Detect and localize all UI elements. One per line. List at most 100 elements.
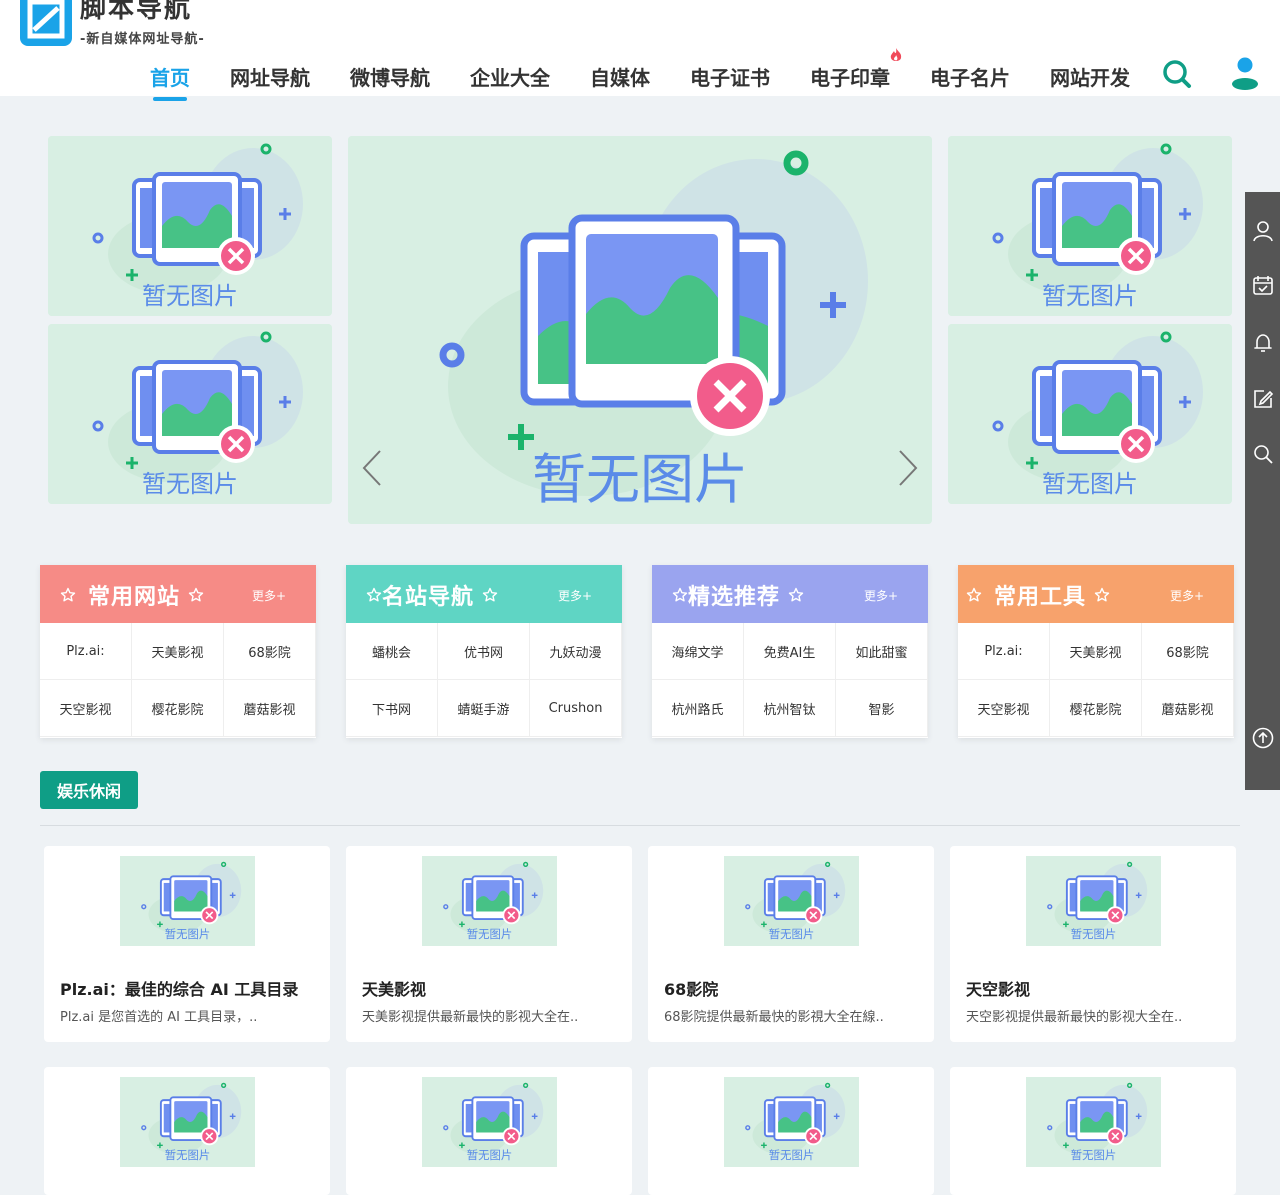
category-title: 名站导航	[382, 585, 475, 610]
site-card[interactable]	[346, 1067, 632, 1195]
bell-icon[interactable]	[1252, 332, 1274, 354]
nav-e-seal[interactable]: 电子印章	[810, 62, 890, 91]
next-arrow-icon[interactable]	[896, 448, 920, 488]
category-link[interactable]: 樱花影院	[132, 680, 224, 737]
site-card[interactable]: 天空影视 天空影视提供最新最快的影视大全在..	[950, 846, 1236, 1042]
logo-icon[interactable]	[20, 0, 72, 46]
category-link[interactable]: 68影院	[224, 623, 316, 680]
site-name[interactable]: 天美影视	[362, 976, 426, 1000]
category-link[interactable]: 智影	[836, 680, 928, 737]
search-side-icon[interactable]	[1252, 443, 1274, 465]
category-link[interactable]: 天空影视	[958, 680, 1050, 737]
category-link[interactable]: 蟠桃会	[346, 623, 438, 680]
site-thumbnail	[120, 1077, 255, 1167]
category-title: 常用网站	[88, 585, 181, 610]
site-card[interactable]	[950, 1067, 1236, 1195]
category-card-common-sites: 常用网站 更多+ Plz.ai: 天美影视 68影院 天空影视 樱花影院 蘑菇影…	[40, 565, 316, 738]
site-thumbnail	[724, 856, 859, 946]
back-to-top-icon[interactable]	[1252, 727, 1274, 749]
nav-weibo-guide[interactable]: 微博导航	[350, 62, 430, 91]
site-name[interactable]: Plz.ai：最佳的综合 AI 工具目录	[60, 976, 298, 1000]
category-link[interactable]: Plz.ai:	[958, 623, 1050, 680]
nav-url-guide[interactable]: 网址导航	[230, 62, 310, 91]
category-link[interactable]: 优书网	[438, 623, 530, 680]
star-icon	[672, 587, 688, 603]
star-icon	[366, 587, 382, 603]
thumb-bottom-left[interactable]	[48, 324, 332, 504]
category-link[interactable]: 下书网	[346, 680, 438, 737]
site-header: 脚本导航 -新自媒体网址导航- 首页 网址导航 微博导航 企业大全 自媒体 电子…	[0, 0, 1280, 96]
more-link[interactable]: 更多+	[1170, 587, 1204, 604]
category-link[interactable]: 天美影视	[1050, 623, 1142, 680]
category-link[interactable]: 海绵文学	[652, 623, 744, 680]
site-thumbnail	[120, 856, 255, 946]
category-link[interactable]: Plz.ai:	[40, 623, 132, 680]
edit-icon[interactable]	[1252, 388, 1274, 410]
star-icon	[482, 587, 498, 603]
category-header: 常用工具 更多+	[958, 565, 1234, 623]
category-link[interactable]: 杭州智钛	[744, 680, 836, 737]
category-link[interactable]: 蘑菇影视	[224, 680, 316, 737]
site-card[interactable]	[44, 1067, 330, 1195]
thumb-top-left[interactable]	[48, 136, 332, 316]
category-link[interactable]: 蘑菇影视	[1142, 680, 1234, 737]
category-link[interactable]: 免费AI生	[744, 623, 836, 680]
category-link[interactable]: 九妖动漫	[530, 623, 622, 680]
category-header: 精选推荐 更多+	[652, 565, 928, 623]
category-link[interactable]: 蜻蜓手游	[438, 680, 530, 737]
user-icon[interactable]	[1230, 56, 1260, 90]
category-link[interactable]: Crushon	[530, 680, 622, 737]
search-icon[interactable]	[1162, 59, 1192, 89]
category-header: 常用网站 更多+	[40, 565, 316, 623]
site-thumbnail	[422, 856, 557, 946]
star-icon	[966, 587, 982, 603]
site-card[interactable]: 68影院 68影院提供最新最快的影視大全在線..	[648, 846, 934, 1042]
category-card-common-tools: 常用工具 更多+ Plz.ai: 天美影视 68影院 天空影视 樱花影院 蘑菇影…	[958, 565, 1234, 738]
category-header: 名站导航 更多+	[346, 565, 622, 623]
section-tag[interactable]: 娱乐休闲	[40, 771, 138, 809]
category-title: 常用工具	[994, 585, 1087, 610]
category-link[interactable]: 天美影视	[132, 623, 224, 680]
site-card[interactable]	[648, 1067, 934, 1195]
brand-title[interactable]: 脚本导航	[80, 0, 192, 26]
side-toolbar	[1245, 192, 1280, 790]
more-link[interactable]: 更多+	[864, 587, 898, 604]
star-icon	[188, 587, 204, 603]
slider-image-placeholder: 暂无图片	[348, 136, 932, 524]
nav-enterprise[interactable]: 企业大全	[470, 62, 550, 91]
category-links: Plz.ai: 天美影视 68影院 天空影视 樱花影院 蘑菇影视	[40, 623, 316, 738]
nav-e-card[interactable]: 电子名片	[930, 62, 1010, 91]
nav-home[interactable]: 首页	[150, 62, 190, 91]
more-link[interactable]: 更多+	[252, 587, 286, 604]
category-link[interactable]: 如此甜蜜	[836, 623, 928, 680]
profile-icon[interactable]	[1252, 220, 1274, 242]
category-link[interactable]: 樱花影院	[1050, 680, 1142, 737]
site-thumbnail	[1026, 1077, 1161, 1167]
star-icon	[788, 587, 804, 603]
site-card[interactable]: Plz.ai：最佳的综合 AI 工具目录 Plz.ai 是您首选的 AI 工具目…	[44, 846, 330, 1042]
nav-e-certificate[interactable]: 电子证书	[690, 62, 770, 91]
site-name[interactable]: 天空影视	[966, 976, 1030, 1000]
site-thumbnail	[1026, 856, 1161, 946]
thumb-top-right[interactable]	[948, 136, 1232, 316]
category-link[interactable]: 天空影视	[40, 680, 132, 737]
nav-web-dev[interactable]: 网站开发	[1050, 62, 1130, 91]
calendar-icon[interactable]	[1252, 274, 1274, 296]
category-card-featured: 精选推荐 更多+ 海绵文学 免费AI生 如此甜蜜 杭州路氏 杭州智钛 智影	[652, 565, 928, 738]
site-description: Plz.ai 是您首选的 AI 工具目录，..	[60, 1010, 258, 1025]
prev-arrow-icon[interactable]	[360, 448, 384, 488]
site-card[interactable]: 天美影视 天美影视提供最新最快的影视大全在..	[346, 846, 632, 1042]
more-link[interactable]: 更多+	[558, 587, 592, 604]
nav-self-media[interactable]: 自媒体	[590, 62, 650, 91]
category-link[interactable]: 68影院	[1142, 623, 1234, 680]
site-name[interactable]: 68影院	[664, 976, 718, 1000]
main-slider[interactable]: 暂无图片	[348, 136, 932, 524]
svg-text:暂无图片: 暂无图片	[532, 448, 748, 511]
thumb-bottom-right[interactable]	[948, 324, 1232, 504]
star-icon	[60, 587, 76, 603]
site-description: 天空影视提供最新最快的影视大全在..	[966, 1010, 1183, 1025]
nav-active-indicator	[153, 97, 187, 101]
category-links: 海绵文学 免费AI生 如此甜蜜 杭州路氏 杭州智钛 智影	[652, 623, 928, 738]
category-link[interactable]: 杭州路氏	[652, 680, 744, 737]
category-title: 精选推荐	[688, 585, 781, 610]
